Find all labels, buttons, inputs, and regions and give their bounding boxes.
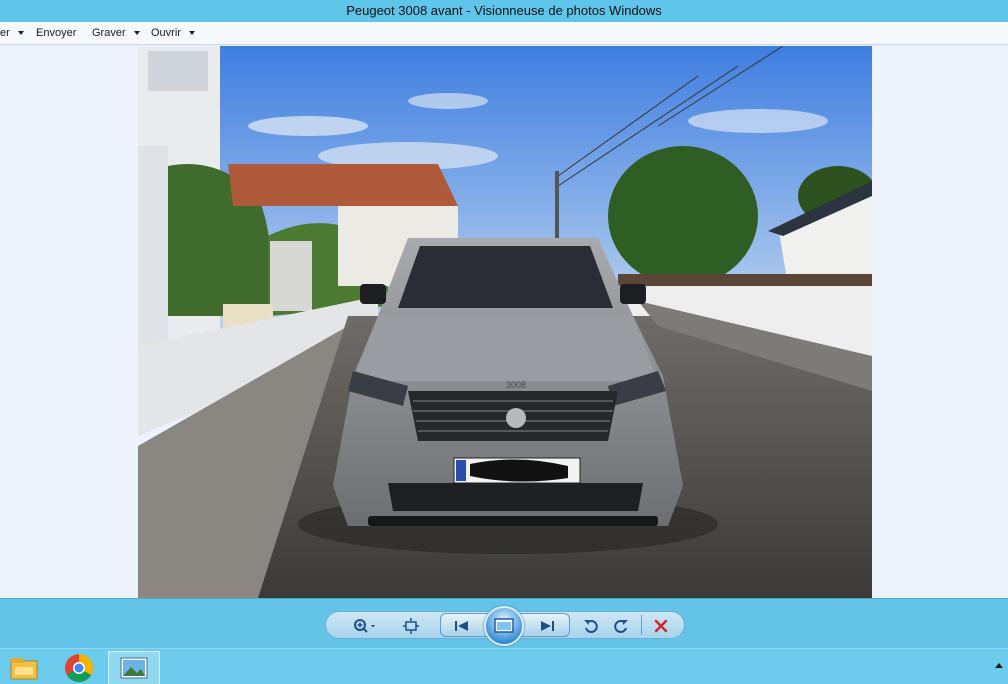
delete-button[interactable]	[650, 615, 672, 637]
zoom-icon	[354, 619, 375, 633]
menu-bar: er Envoyer Graver Ouvrir	[0, 22, 1008, 45]
show-hidden-icons-icon[interactable]	[995, 663, 1003, 668]
taskbar-photo-viewer[interactable]	[108, 651, 160, 684]
next-button[interactable]	[533, 615, 561, 637]
rotate-clockwise-icon	[614, 620, 628, 633]
delete-icon	[654, 619, 668, 633]
taskbar-file-explorer[interactable]	[0, 651, 48, 684]
chevron-down-icon	[17, 31, 24, 35]
slideshow-icon	[494, 618, 514, 633]
menu-print[interactable]: er	[0, 22, 24, 44]
chevron-down-icon	[133, 31, 140, 35]
menu-burn-label: Graver	[92, 27, 126, 39]
menu-send-label: Envoyer	[36, 27, 77, 39]
chrome-icon	[65, 654, 93, 682]
actual-size-icon	[403, 618, 419, 634]
slideshow-button[interactable]	[484, 606, 524, 646]
menu-open-label: Ouvrir	[151, 27, 181, 39]
actual-size-button[interactable]	[400, 615, 422, 637]
file-explorer-icon	[10, 658, 38, 680]
photo-viewer-icon	[120, 657, 148, 679]
rotate-counterclockwise-icon	[584, 620, 598, 633]
menu-print-label: er	[0, 27, 10, 39]
rotate-clockwise-button[interactable]	[610, 615, 632, 637]
menu-burn[interactable]: Graver	[92, 22, 140, 44]
menu-open[interactable]: Ouvrir	[151, 22, 195, 44]
taskbar-chrome[interactable]	[55, 651, 103, 684]
control-separator	[641, 615, 642, 635]
car-model-badge: 3008	[506, 380, 526, 390]
next-icon	[541, 621, 554, 631]
taskbar	[0, 648, 1008, 684]
chevron-down-icon	[188, 31, 195, 35]
image-viewport: 3008	[0, 46, 1008, 598]
car-photo: 3008	[138, 46, 872, 598]
previous-icon	[455, 621, 468, 631]
window-title: Peugeot 3008 avant - Visionneuse de phot…	[0, 0, 1008, 22]
rotate-counterclockwise-button[interactable]	[580, 615, 602, 637]
menu-send[interactable]: Envoyer	[36, 22, 76, 44]
zoom-button[interactable]	[350, 615, 380, 637]
previous-button[interactable]	[448, 615, 476, 637]
displayed-photo[interactable]: 3008	[138, 46, 872, 598]
